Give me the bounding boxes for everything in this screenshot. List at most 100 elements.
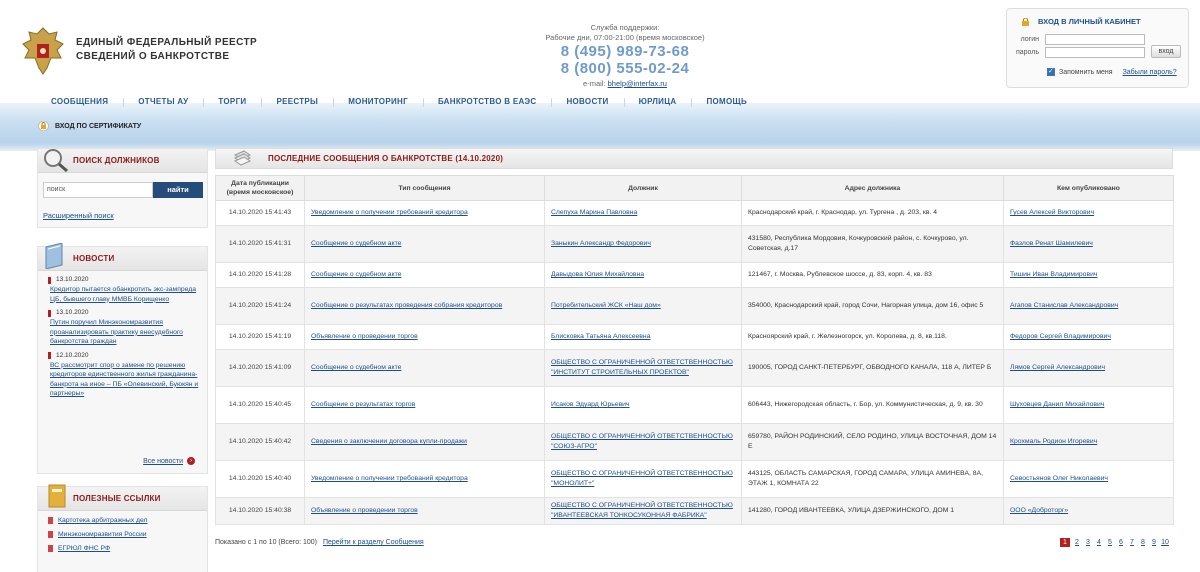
nav-item[interactable]: СООБЩЕНИЯ (36, 97, 123, 106)
nav-item[interactable]: БАНКРОТСТВО В ЕАЭС (422, 97, 552, 107)
publisher-link[interactable]: Лямов Сергей Александрович (1010, 364, 1105, 371)
debtor-link[interactable]: Исаков Эдуард Юрьевич (551, 401, 630, 408)
debtor-link[interactable]: ОБЩЕСТВО С ОГРАНИЧЕННОЙ ОТВЕТСТВЕННОСТЬЮ… (551, 470, 733, 487)
page-link[interactable]: 7 (1128, 538, 1136, 547)
message-type-link[interactable]: Уведомление о получении требований креди… (311, 209, 468, 216)
message-type-link[interactable]: Объявление о проведении торгов (311, 507, 418, 514)
bullet-icon (48, 276, 51, 284)
certificate-login[interactable]: ВХОД ПО СЕРТИФИКАТУ (38, 121, 141, 131)
news-date: 13.10.2020 (48, 275, 199, 285)
cell-publisher: ООО «Доброторг» (1003, 497, 1174, 525)
news-panel: НОВОСТИ 13.10.2020 Кредитор пытается обан… (37, 243, 208, 474)
cell-date: 14.10.2020 15:41:09 (215, 349, 305, 387)
publisher-link[interactable]: Гусев Алексей Викторович (1010, 209, 1094, 216)
login-title[interactable]: ВХОД В ЛИЧНЫЙ КАБИНЕТ (1038, 17, 1141, 26)
email-label: e-mail: (583, 79, 606, 88)
cell-address: Красноярский край, г. Железногорск, ул. … (741, 324, 1004, 350)
debtor-link[interactable]: Потребительский ЖСК «Наш дом» (551, 302, 661, 309)
news-panel-title-text: НОВОСТИ (73, 254, 115, 263)
document-icon (48, 545, 53, 552)
password-input[interactable] (1045, 47, 1145, 58)
message-type-link[interactable]: Сведения о заключении договора купли-про… (311, 438, 467, 445)
cell-date: 14.10.2020 15:41:43 (215, 200, 305, 226)
nav-item[interactable]: НОВОСТИ (551, 97, 623, 107)
useful-link[interactable]: Минэкономразвития России (38, 525, 207, 539)
publisher-link[interactable]: Шуховцев Данил Михайлович (1010, 401, 1104, 408)
cell-date: 14.10.2020 15:40:45 (215, 386, 305, 424)
debtor-link[interactable]: ОБЩЕСТВО С ОГРАНИЧЕННОЙ ОТВЕТСТВЕННОСТЬЮ… (551, 433, 733, 450)
publisher-link[interactable]: Фазлов Ренат Шамилевич (1010, 240, 1093, 247)
message-type-link[interactable]: Сообщение о результатах торгов (311, 401, 415, 408)
col-date-line1: Дата публикации (231, 180, 289, 187)
login-label: логин (1020, 36, 1039, 43)
debtor-link[interactable]: Давыдова Юлия Михайловна (551, 271, 644, 278)
password-label: пароль (1015, 49, 1039, 56)
news-item: 13.10.2020 Кредитор пытается обанкротить … (38, 271, 207, 304)
message-type-link[interactable]: Объявление о проведении торгов (311, 333, 418, 340)
debtor-link[interactable]: Заныкин Александр Федорович (551, 240, 651, 247)
news-link[interactable]: ВС рассмотрит спор о замене по решению к… (48, 361, 199, 399)
message-type-link[interactable]: Сообщение о результатах проведения собра… (311, 302, 502, 309)
publisher-link[interactable]: Тишин Иван Владимирович (1010, 271, 1097, 278)
support-email-link[interactable]: bhelp@interfax.ru (608, 79, 667, 88)
page-link[interactable]: 6 (1117, 538, 1125, 547)
debtor-search-input[interactable]: поиск (43, 182, 153, 198)
useful-link-label: Картотека арбитражных дел (58, 517, 148, 524)
login-submit-button[interactable]: вход (1151, 45, 1181, 58)
page-link[interactable]: 10 (1161, 538, 1169, 547)
advanced-search-link[interactable]: Расширенный поиск (43, 211, 114, 220)
login-row: логин (1015, 34, 1145, 45)
search-button[interactable]: найти (153, 182, 203, 198)
forgot-password-link[interactable]: Забыли пароль? (1123, 69, 1177, 76)
page-link[interactable]: 2 (1073, 538, 1081, 547)
message-type-link[interactable]: Сообщение о судебном акте (311, 240, 401, 247)
folder-icon (48, 484, 66, 508)
nav-item[interactable]: МОНИТОРИНГ (333, 97, 423, 107)
debtor-link[interactable]: Блисковка Татьяна Алексеевна (551, 333, 650, 340)
all-news-link[interactable]: Все новости › (143, 457, 195, 465)
message-type-link[interactable]: Сообщение о судебном акте (311, 271, 401, 278)
useful-link-label: ЕГРЮЛ ФНС РФ (58, 545, 111, 552)
message-type-link[interactable]: Уведомление о получении требований креди… (311, 475, 468, 482)
news-link[interactable]: Кредитор пытается обанкротить экс-зампре… (48, 285, 199, 304)
col-date-line2: (время московское) (226, 189, 294, 196)
publisher-link[interactable]: Федоров Сергей Владимирович (1010, 333, 1111, 340)
page-link[interactable]: 5 (1106, 538, 1114, 547)
latest-messages-title: ПОСЛЕДНИЕ СООБЩЕНИЯ О БАНКРОТСТВЕ (14.10… (268, 154, 504, 163)
message-type-link[interactable]: Сообщение о судебном акте (311, 364, 401, 371)
page-link[interactable]: 3 (1084, 538, 1092, 547)
cell-type: Сообщение о судебном акте (304, 262, 545, 288)
news-link[interactable]: Путин поручил Минэкономразвития проанали… (48, 318, 199, 347)
cell-publisher: Агапов Станислав Александрович (1003, 287, 1174, 325)
page-link[interactable]: 1 (1060, 538, 1070, 547)
nav-item[interactable]: ТОРГИ (203, 97, 261, 107)
login-input[interactable] (1045, 34, 1145, 45)
cell-address: Краснодарский край, г. Краснодар, ул. Ту… (741, 200, 1004, 226)
remember-row: Запомнить меня Забыли пароль? (1047, 67, 1177, 76)
useful-link[interactable]: ЕГРЮЛ ФНС РФ (38, 539, 207, 553)
remember-checkbox[interactable] (1047, 67, 1055, 76)
table-header-row: Дата публикации (время московское) Тип со… (215, 175, 1174, 201)
nav-item[interactable]: ПОМОЩЬ (691, 97, 762, 107)
page-link[interactable]: 9 (1150, 538, 1158, 547)
page-link[interactable]: 4 (1095, 538, 1103, 547)
useful-links-panel: ПОЛЕЗНЫЕ ССЫЛКИ Картотека арбитражных де… (37, 484, 208, 572)
page-link[interactable]: 8 (1139, 538, 1147, 547)
debtor-link[interactable]: ОБЩЕСТВО С ОГРАНИЧЕННОЙ ОТВЕТСТВЕННОСТЬЮ… (551, 359, 733, 376)
publisher-link[interactable]: Севостьянов Олег Николаевич (1010, 475, 1108, 482)
publisher-link[interactable]: Крохмаль Родион Игоревич (1010, 438, 1097, 445)
news-date-text: 13.10.2020 (56, 276, 89, 283)
table-row: 14.10.2020 15:41:19 Объявление о проведен… (215, 324, 1174, 350)
cell-debtor: Блисковка Татьяна Алексеевна (544, 324, 742, 350)
publisher-link[interactable]: ООО «Доброторг» (1010, 507, 1068, 514)
debtor-link[interactable]: Слепуха Марина Павловна (551, 209, 637, 216)
goto-messages-link[interactable]: Перейти к разделу Сообщения (323, 539, 424, 546)
table-row: 14.10.2020 15:41:24 Сообщение о результат… (215, 287, 1174, 325)
nav-item[interactable]: ЮРЛИЦА (623, 97, 692, 107)
publisher-link[interactable]: Агапов Станислав Александрович (1010, 302, 1118, 309)
useful-link[interactable]: Картотека арбитражных дел (38, 511, 207, 525)
support-phone-2: 8 (800) 555-02-24 (560, 60, 690, 77)
debtor-link[interactable]: ОБЩЕСТВО С ОГРАНИЧЕННОЙ ОТВЕТСТВЕННОСТЬЮ… (551, 502, 733, 519)
nav-item[interactable]: РЕЕСТРЫ (261, 97, 333, 107)
nav-item[interactable]: ОТЧЕТЫ АУ (123, 97, 203, 107)
